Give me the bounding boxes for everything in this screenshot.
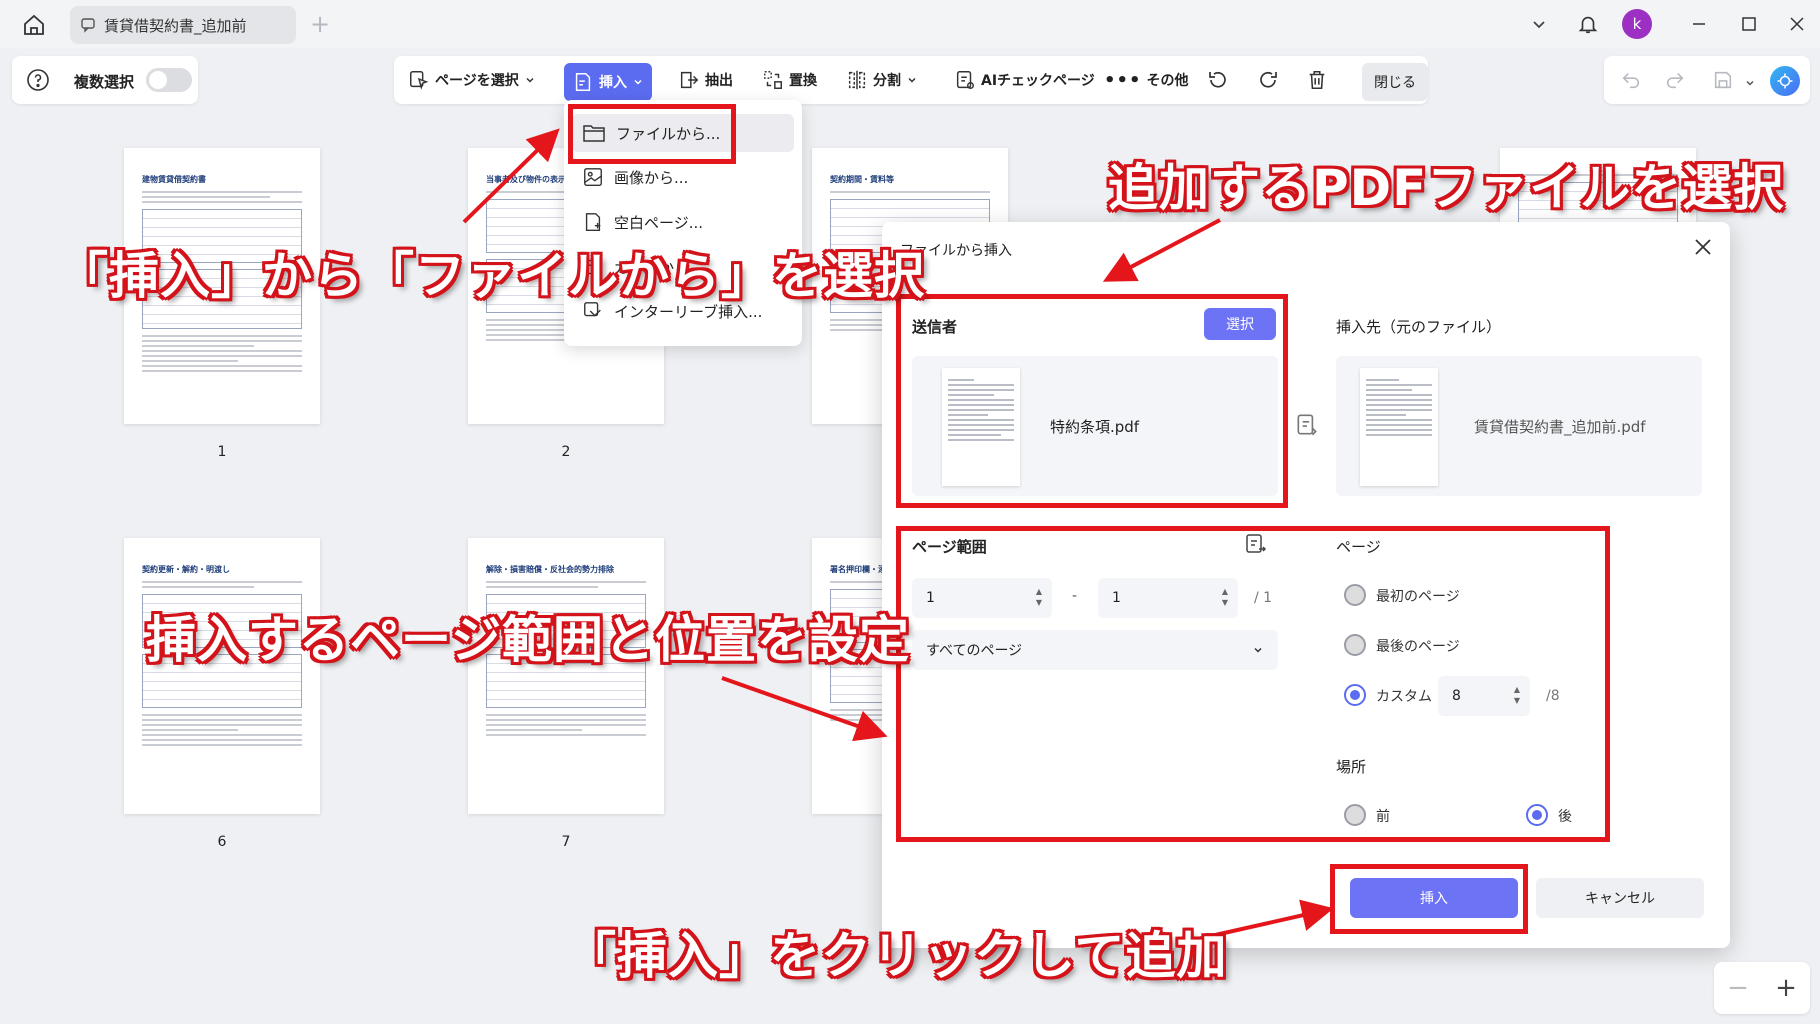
highlight-sender — [896, 294, 1288, 508]
arrow-to-sender — [1102, 218, 1221, 282]
arrow-to-range — [721, 676, 888, 742]
highlight-insert-button — [1330, 864, 1528, 934]
callout-step4: 「挿入」をクリックして追加 — [566, 927, 1228, 985]
callout-step2: 追加するPDFファイルを選択 — [1108, 159, 1785, 217]
highlight-range-position — [896, 526, 1610, 842]
highlight-from-file — [568, 104, 736, 164]
callout-step1: 「挿入」から「ファイルから」を選択 — [58, 247, 925, 305]
callout-step3: 挿入するページ範囲と位置を設定 — [146, 611, 910, 669]
arrow-to-from-file — [462, 128, 560, 224]
